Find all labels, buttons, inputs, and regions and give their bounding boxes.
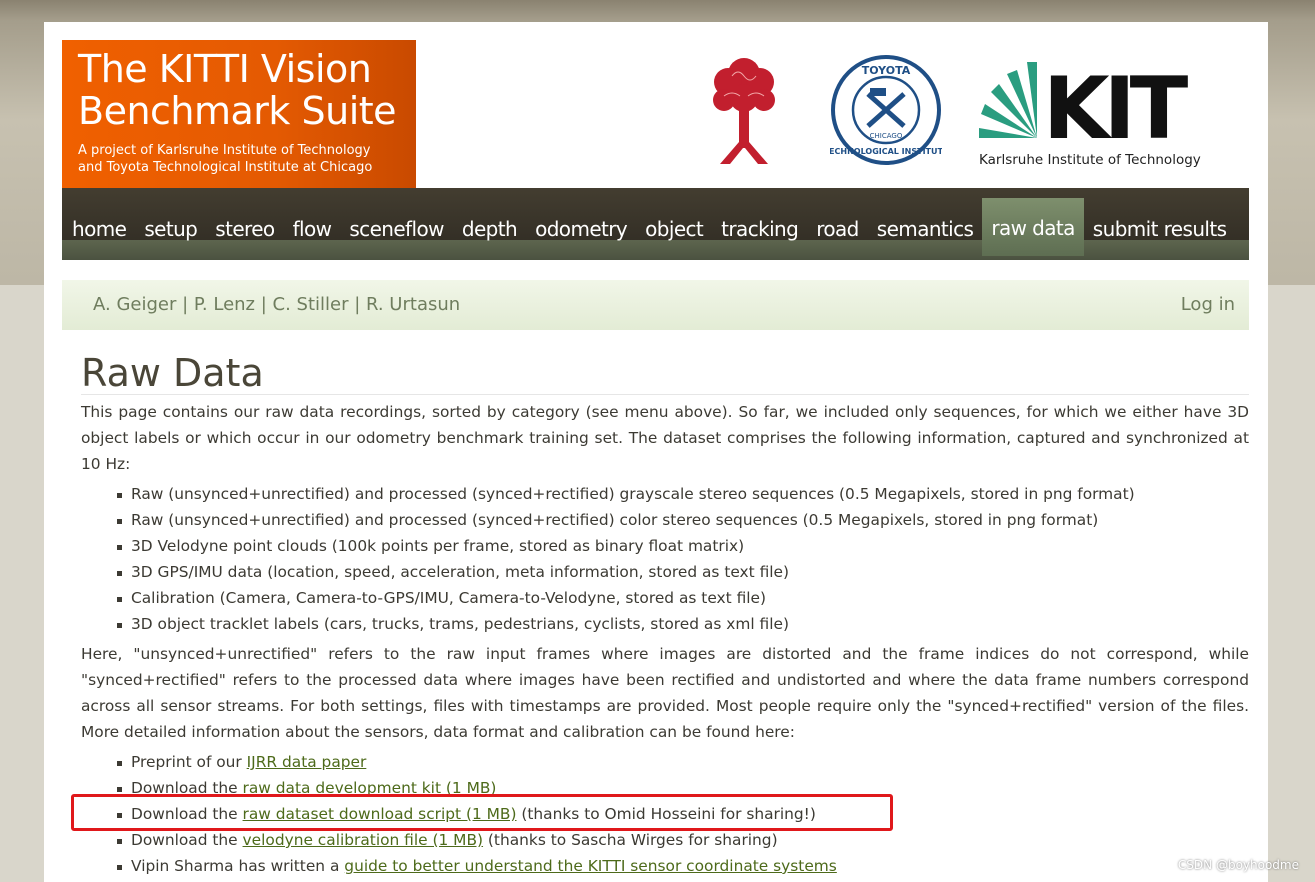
nav-semantics[interactable]: semantics xyxy=(868,188,983,256)
logo-title-line1: The KITTI Vision xyxy=(78,47,372,91)
csdn-watermark: CSDN @boyhoodme xyxy=(1177,858,1299,872)
login-link[interactable]: Log in xyxy=(1181,280,1235,330)
kitti-logo[interactable]: The KITTI Vision Benchmark Suite A proje… xyxy=(62,40,416,188)
kit-logo[interactable]: KIT Karlsruhe Institute of Technology xyxy=(977,54,1222,176)
nav-stereo[interactable]: stereo xyxy=(206,188,283,256)
author-bar: A. Geiger | P. Lenz | C. Stiller | R. Ur… xyxy=(62,280,1249,330)
feature-item: 3D object tracklet labels (cars, trucks,… xyxy=(117,611,1249,637)
nav-depth[interactable]: depth xyxy=(453,188,526,256)
resource-item-paper: Preprint of our IJRR data paper xyxy=(117,749,1249,775)
resource-text: Vipin Sharma has written a xyxy=(131,857,345,875)
kit-logo-text: KIT xyxy=(1043,59,1189,159)
feature-list: Raw (unsynced+unrectified) and processed… xyxy=(81,481,1249,637)
velodyne-calibration-link[interactable]: velodyne calibration file (1 MB) xyxy=(243,831,483,849)
feature-item: Raw (unsynced+unrectified) and processed… xyxy=(117,507,1249,533)
nav-home[interactable]: home xyxy=(62,188,135,256)
feature-item: Raw (unsynced+unrectified) and processed… xyxy=(117,481,1249,507)
resource-text: (thanks to Sascha Wirges for sharing) xyxy=(483,831,778,849)
feature-item: Calibration (Camera, Camera-to-GPS/IMU, … xyxy=(117,585,1249,611)
resource-item-guide: Vipin Sharma has written a guide to bett… xyxy=(117,853,1249,879)
author-names[interactable]: A. Geiger | P. Lenz | C. Stiller | R. Ur… xyxy=(93,280,460,330)
nav-raw-data[interactable]: raw data xyxy=(982,198,1084,256)
nav-tracking[interactable]: tracking xyxy=(712,188,807,256)
svg-text:Karlsruhe Institute of Technol: Karlsruhe Institute of Technology xyxy=(979,152,1201,168)
nav-flow[interactable]: flow xyxy=(284,188,341,256)
logo-title-line2: Benchmark Suite xyxy=(78,89,397,133)
page-container: The KITTI Vision Benchmark Suite A proje… xyxy=(44,22,1268,882)
nav-odometry[interactable]: odometry xyxy=(526,188,636,256)
resource-text: Download the xyxy=(131,831,243,849)
red-highlight-box xyxy=(71,794,893,831)
nav-submit-results[interactable]: submit results xyxy=(1084,188,1236,256)
nav-object[interactable]: object xyxy=(636,188,712,256)
resource-text: Preprint of our xyxy=(131,753,247,771)
feature-item: 3D Velodyne point clouds (100k points pe… xyxy=(117,533,1249,559)
feature-item: 3D GPS/IMU data (location, speed, accele… xyxy=(117,559,1249,585)
nav-road[interactable]: road xyxy=(807,188,868,256)
nav-sceneflow[interactable]: sceneflow xyxy=(340,188,453,256)
page-title: Raw Data xyxy=(81,350,1249,395)
coordinate-guide-link[interactable]: guide to better understand the KITTI sen… xyxy=(344,857,837,875)
logo-subtitle-line2: and Toyota Technological Institute at Ch… xyxy=(78,160,373,175)
svg-text:TECHNOLOGICAL INSTITUTE: TECHNOLOGICAL INSTITUTE xyxy=(830,147,942,156)
ijrr-paper-link[interactable]: IJRR data paper xyxy=(247,753,367,771)
tree-logo-icon[interactable] xyxy=(710,52,778,172)
main-navigation: home setup stereo flow sceneflow depth o… xyxy=(62,188,1249,260)
explanation-paragraph: Here, "unsynced+unrectified" refers to t… xyxy=(81,645,1249,741)
nav-setup[interactable]: setup xyxy=(135,188,206,256)
intro-paragraph: This page contains our raw data recordin… xyxy=(81,403,1249,473)
logo-subtitle-line1: A project of Karlsruhe Institute of Tech… xyxy=(78,143,371,158)
svg-text:CHICAGO: CHICAGO xyxy=(870,132,903,140)
tti-seal-icon[interactable]: TOYOTA TECHNOLOGICAL INSTITUTE CHICAGO xyxy=(824,54,948,170)
svg-text:TOYOTA: TOYOTA xyxy=(862,64,911,77)
